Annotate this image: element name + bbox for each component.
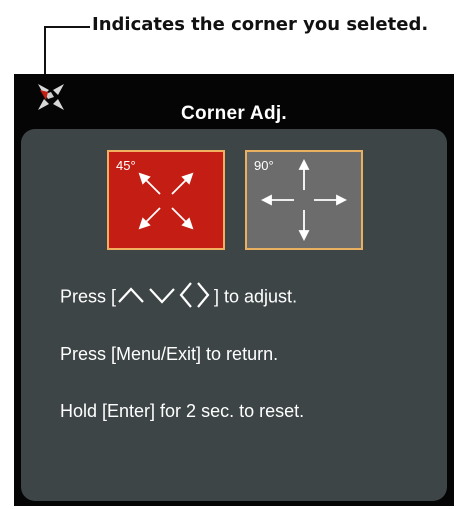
adjust-instruction-suffix: ] to adjust. <box>214 286 298 307</box>
callout-pointer-line <box>44 26 90 28</box>
annotation-text: Indicates the corner you seleted. <box>92 14 429 35</box>
return-instruction: Press [Menu/Exit] to return. <box>60 344 279 364</box>
osd-content-panel: 45° 90° Press [] to adjust. Press [Menu… <box>21 129 447 501</box>
direction-keys-icon <box>117 280 213 315</box>
osd-menu: Corner Adj. 45° 90° Press [] to adjust.… <box>14 74 454 506</box>
mode-45-button[interactable]: 45° <box>107 150 225 250</box>
diagonal-arrows-icon <box>138 172 194 230</box>
adjust-instruction-prefix: Press [ <box>60 286 117 307</box>
callout-pointer-line <box>44 26 46 76</box>
adjust-instruction: Press [ ] to adjust. <box>60 280 297 315</box>
osd-title: Corner Adj. <box>180 103 288 124</box>
cross-arrows-icon <box>260 158 348 242</box>
mode-90-button[interactable]: 90° <box>245 150 363 250</box>
reset-instruction: Hold [Enter] for 2 sec. to reset. <box>60 401 305 421</box>
